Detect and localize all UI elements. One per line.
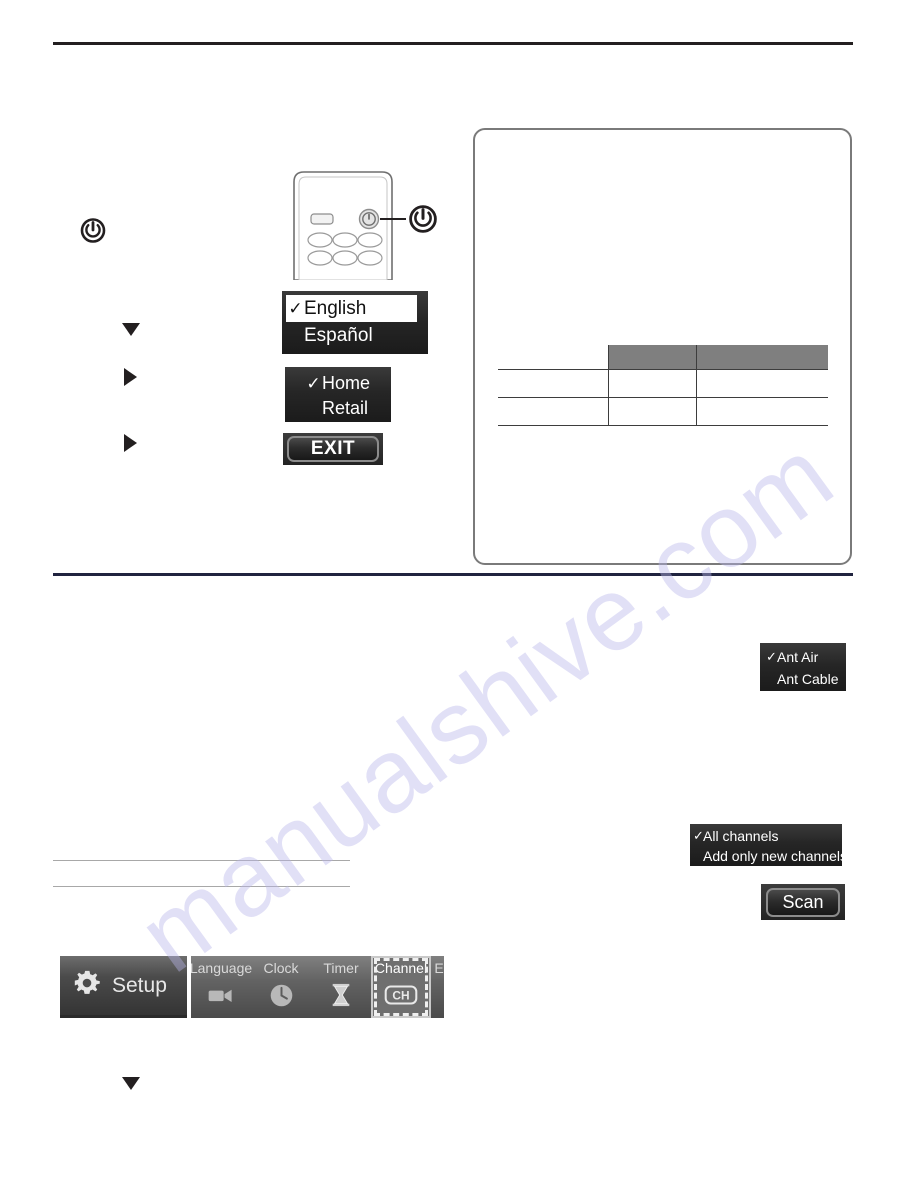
triangle-down-icon: [122, 1077, 140, 1090]
clock-icon: [264, 980, 298, 1010]
triangle-right-icon: [124, 368, 137, 386]
menu-item-home[interactable]: ✓ Home: [285, 371, 391, 396]
gear-icon: [72, 968, 102, 1003]
scan-button-container: Scan: [761, 884, 845, 920]
menu-item-label: All channels: [703, 828, 779, 844]
setup-item-channel[interactable]: Channel CH: [371, 956, 431, 1018]
menu-item-retail[interactable]: ✓ Retail: [285, 396, 391, 421]
setup-item-label: Channel: [374, 960, 428, 976]
menu-item-label: Add only new channels: [703, 848, 842, 864]
channel-scan-mode-menu[interactable]: ✓ All channels ✓ Add only new channels: [690, 824, 842, 866]
note-box: [473, 128, 852, 565]
antenna-source-menu[interactable]: ✓ Ant Air ✓ Ant Cable: [760, 643, 846, 691]
triangle-right-icon: [124, 434, 137, 452]
setup-item-label: Language: [191, 960, 253, 976]
thin-rule-1: [53, 860, 350, 861]
section-divider-rule: [53, 573, 853, 576]
language-menu[interactable]: ✓ English ✓ Español: [282, 291, 428, 354]
exit-button[interactable]: EXIT: [287, 436, 379, 462]
menu-item-label: Home: [322, 373, 371, 393]
table-rule: [498, 425, 828, 426]
setup-item-language[interactable]: Language: [191, 956, 253, 1018]
hourglass-icon: [324, 980, 358, 1010]
setup-item-label: Timer: [323, 960, 359, 976]
menu-item-espanol[interactable]: ✓ Español: [282, 322, 428, 349]
table-column-divider: [608, 345, 609, 425]
remote-control-illustration: [276, 160, 451, 281]
check-icon: ✓: [288, 298, 303, 318]
setup-item-timer[interactable]: Timer: [311, 956, 371, 1018]
menu-item-add-only-new-channels[interactable]: ✓ Add only new channels: [690, 846, 842, 866]
camcorder-icon: [204, 980, 238, 1010]
setup-item-label: E: [434, 960, 444, 976]
menu-item-ant-cable[interactable]: ✓ Ant Cable: [760, 668, 846, 690]
menu-item-english[interactable]: ✓ English: [286, 295, 417, 322]
thin-rule-2: [53, 886, 350, 887]
table-header-band: [608, 345, 828, 369]
power-icon: [80, 217, 106, 243]
setup-item-clock[interactable]: Clock: [251, 956, 311, 1018]
svg-text:CH: CH: [392, 989, 409, 1003]
table-column-divider: [696, 345, 697, 425]
exit-button-container: EXIT: [283, 433, 383, 465]
check-icon: ✓: [306, 373, 321, 393]
note-table: [498, 345, 828, 426]
table-rule: [498, 369, 828, 370]
menu-item-label: Ant Air: [777, 649, 819, 665]
setup-item-label: Clock: [263, 960, 299, 976]
scan-button[interactable]: Scan: [766, 887, 840, 917]
menu-item-label: Español: [304, 324, 373, 346]
menu-item-label: Ant Cable: [777, 671, 839, 687]
setup-item-exit-clipped[interactable]: E: [431, 956, 444, 1018]
setup-menu-items: Language Clock Timer Channel CH E: [191, 956, 444, 1018]
menu-item-ant-air[interactable]: ✓ Ant Air: [760, 646, 846, 668]
check-icon: ✓: [693, 828, 704, 843]
page-top-rule: [53, 42, 853, 45]
triangle-down-icon: [122, 323, 140, 336]
ch-icon: CH: [384, 980, 418, 1010]
setup-title-panel: Setup: [60, 956, 187, 1018]
setup-menu-bar: Setup Language Clock Timer Channel CH E: [60, 956, 444, 1018]
menu-item-label: English: [304, 297, 367, 319]
menu-item-all-channels[interactable]: ✓ All channels: [690, 826, 842, 846]
location-menu[interactable]: ✓ Home ✓ Retail: [285, 367, 391, 422]
menu-item-label: Retail: [322, 398, 369, 418]
setup-title-label: Setup: [112, 973, 167, 997]
table-rule: [498, 397, 828, 398]
check-icon: ✓: [766, 649, 777, 664]
